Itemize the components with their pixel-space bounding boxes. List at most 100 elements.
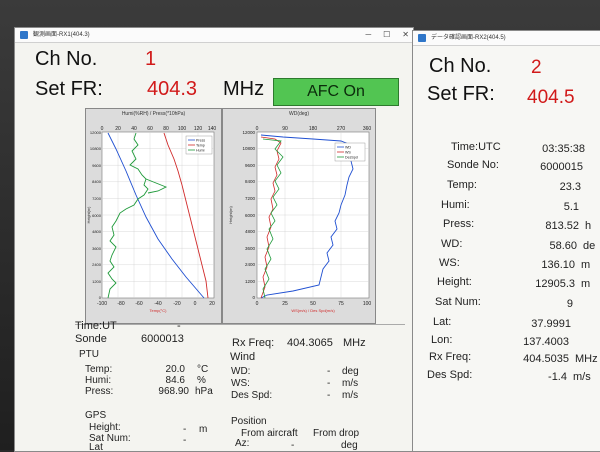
ch-label: Ch No. (35, 48, 98, 70)
plot1-top-tick: 120 (194, 126, 203, 132)
plot2-legend-ws: WS (345, 151, 351, 155)
plot1-left-tick: 0 (99, 295, 102, 300)
press-unit: hPa (195, 386, 213, 397)
window1-title: 観測画面-RX1(404.3) (33, 32, 90, 38)
row-value: 9 (566, 298, 573, 310)
row-label: Lon: (431, 334, 453, 346)
plot1-bottom-tick: 20 (209, 301, 215, 307)
row-value: 23.3 (559, 181, 581, 193)
position-label: Position (231, 416, 267, 427)
plot1-bottom-tick: -100 (97, 301, 107, 307)
plot2-bottom-tick: 0 (256, 301, 259, 307)
wind-label: Wind (230, 351, 256, 363)
temp-unit: °C (197, 364, 209, 375)
wd-unit: deg (342, 366, 359, 377)
row-value: 6000015 (540, 161, 583, 173)
ws-label: WS: (231, 378, 250, 389)
height-value: - (183, 424, 187, 435)
plot2-svg: WD WS DesSpd 0 90 180 270 360 12000 1080… (228, 126, 372, 313)
gps-label: GPS (85, 410, 107, 421)
wd-label: WD: (231, 366, 251, 377)
row-label: Sonde No: (447, 159, 499, 171)
row-value: -1.4 (548, 371, 567, 383)
plot2-left-label: Height(m) (228, 206, 233, 224)
set-fr-value: 404.5 (527, 87, 575, 108)
plot1-top-tick: 60 (147, 126, 153, 132)
row-label: Height: (437, 276, 472, 288)
humi-label: Humi: (85, 375, 112, 386)
des-spd-label: Des Spd: (231, 390, 273, 401)
plot1-bottom-tick: -60 (135, 301, 142, 307)
sonde-value: 6000013 (141, 333, 184, 345)
row-unit: m/s (573, 371, 591, 383)
row-label: WD: (441, 238, 463, 250)
row-value: 37.9991 (531, 318, 571, 330)
plot1-top-tick: 0 (101, 126, 104, 132)
plot1-left-tick: 7200 (92, 196, 102, 201)
close-icon[interactable]: ✕ (402, 30, 409, 39)
row-label: Temp: (447, 179, 477, 191)
wind-plot: WD(deg) WD WS DesSpd 0 90 180 270 360 12… (222, 108, 376, 324)
wd-value: - (327, 366, 331, 377)
observation-window-rx1: 観測画面-RX1(404.3) ─ ☐ ✕ Ch No. 1 Set FR: 404… (14, 27, 414, 452)
row-label: Time:UTC (451, 141, 501, 153)
sonde-label: Sonde (75, 333, 107, 345)
set-fr-label: Set FR: (35, 78, 103, 100)
row-unit: m (581, 278, 591, 290)
rx-freq-unit: MHz (343, 337, 366, 349)
plot2-left-tick: 6000 (245, 213, 256, 218)
temp-label: Temp: (85, 364, 113, 375)
row-label: Sat Num: (435, 296, 481, 308)
plot2-left-tick: 2400 (245, 262, 256, 267)
plot1-bottom-tick: -80 (117, 301, 124, 307)
az-label: Az: (235, 438, 250, 449)
humi-unit: % (197, 375, 206, 386)
minimize-icon[interactable]: ─ (365, 30, 371, 39)
plot1-left-tick: 1200 (92, 279, 102, 284)
row-value: 137.4003 (523, 336, 569, 348)
from-drop-label: From drop (313, 428, 360, 439)
row-label: Lat: (433, 316, 452, 328)
plot1-left-tick: 6000 (92, 213, 102, 218)
window1-titlebar: 観測画面-RX1(404.3) ─ ☐ ✕ (15, 28, 413, 43)
plot2-legend-wd: WD (345, 146, 351, 150)
window-controls: ─ ☐ ✕ (353, 28, 409, 42)
temp-value: 20.0 (165, 364, 185, 375)
maximize-icon[interactable]: ☐ (383, 30, 390, 39)
plot1-left-tick: 3600 (92, 246, 102, 251)
humi-value: 84.6 (165, 375, 185, 386)
window2-title: データ確認画面-RX2(404.5) (431, 35, 506, 41)
plot2-bottom-tick: 50 (310, 301, 316, 307)
afc-on-button[interactable]: AFC On (273, 78, 399, 106)
ws-unit: m/s (342, 378, 359, 389)
plot1-bottom-tick: -40 (154, 301, 161, 307)
plot2-bottom-tick: 100 (363, 301, 372, 307)
plot1-left-tick: 12000 (90, 130, 102, 135)
plot2-top-tick: 270 (337, 126, 346, 132)
row-value: 404.5035 (523, 353, 569, 365)
app-icon (418, 34, 426, 42)
ws-value: - (327, 378, 331, 389)
des-spd-unit: m/s (342, 390, 359, 401)
row-value: 03:35:38 (542, 143, 585, 155)
app-icon (20, 31, 28, 39)
time-value: - (177, 320, 181, 332)
row-value: 813.52 (545, 220, 579, 232)
row-unit: de (583, 240, 596, 252)
set-fr-unit: MHz (223, 78, 265, 100)
row-label: Des Spd: (427, 369, 473, 381)
row-value: 12905.3 (535, 278, 575, 290)
des-spd-value: - (327, 390, 331, 401)
window2-titlebar: データ確認画面-RX2(404.5) (413, 31, 600, 46)
plot2-left-tick: 12000 (242, 130, 255, 135)
sat-num-value: - (183, 435, 187, 446)
plot2-left-tick: 4800 (245, 229, 256, 234)
height-label: Height: (89, 422, 121, 433)
plot1-left-tick: 10800 (90, 146, 102, 151)
row-label: Rx Freq: (429, 351, 472, 363)
plot1-top-tick: 40 (131, 126, 137, 132)
plot1-left-tick: 9600 (92, 163, 102, 168)
az-value: - (291, 440, 295, 451)
lat-label: Lat (89, 442, 103, 452)
data-check-window-rx2: データ確認画面-RX2(404.5) Ch No. 2 Set FR: 404.… (412, 30, 600, 452)
